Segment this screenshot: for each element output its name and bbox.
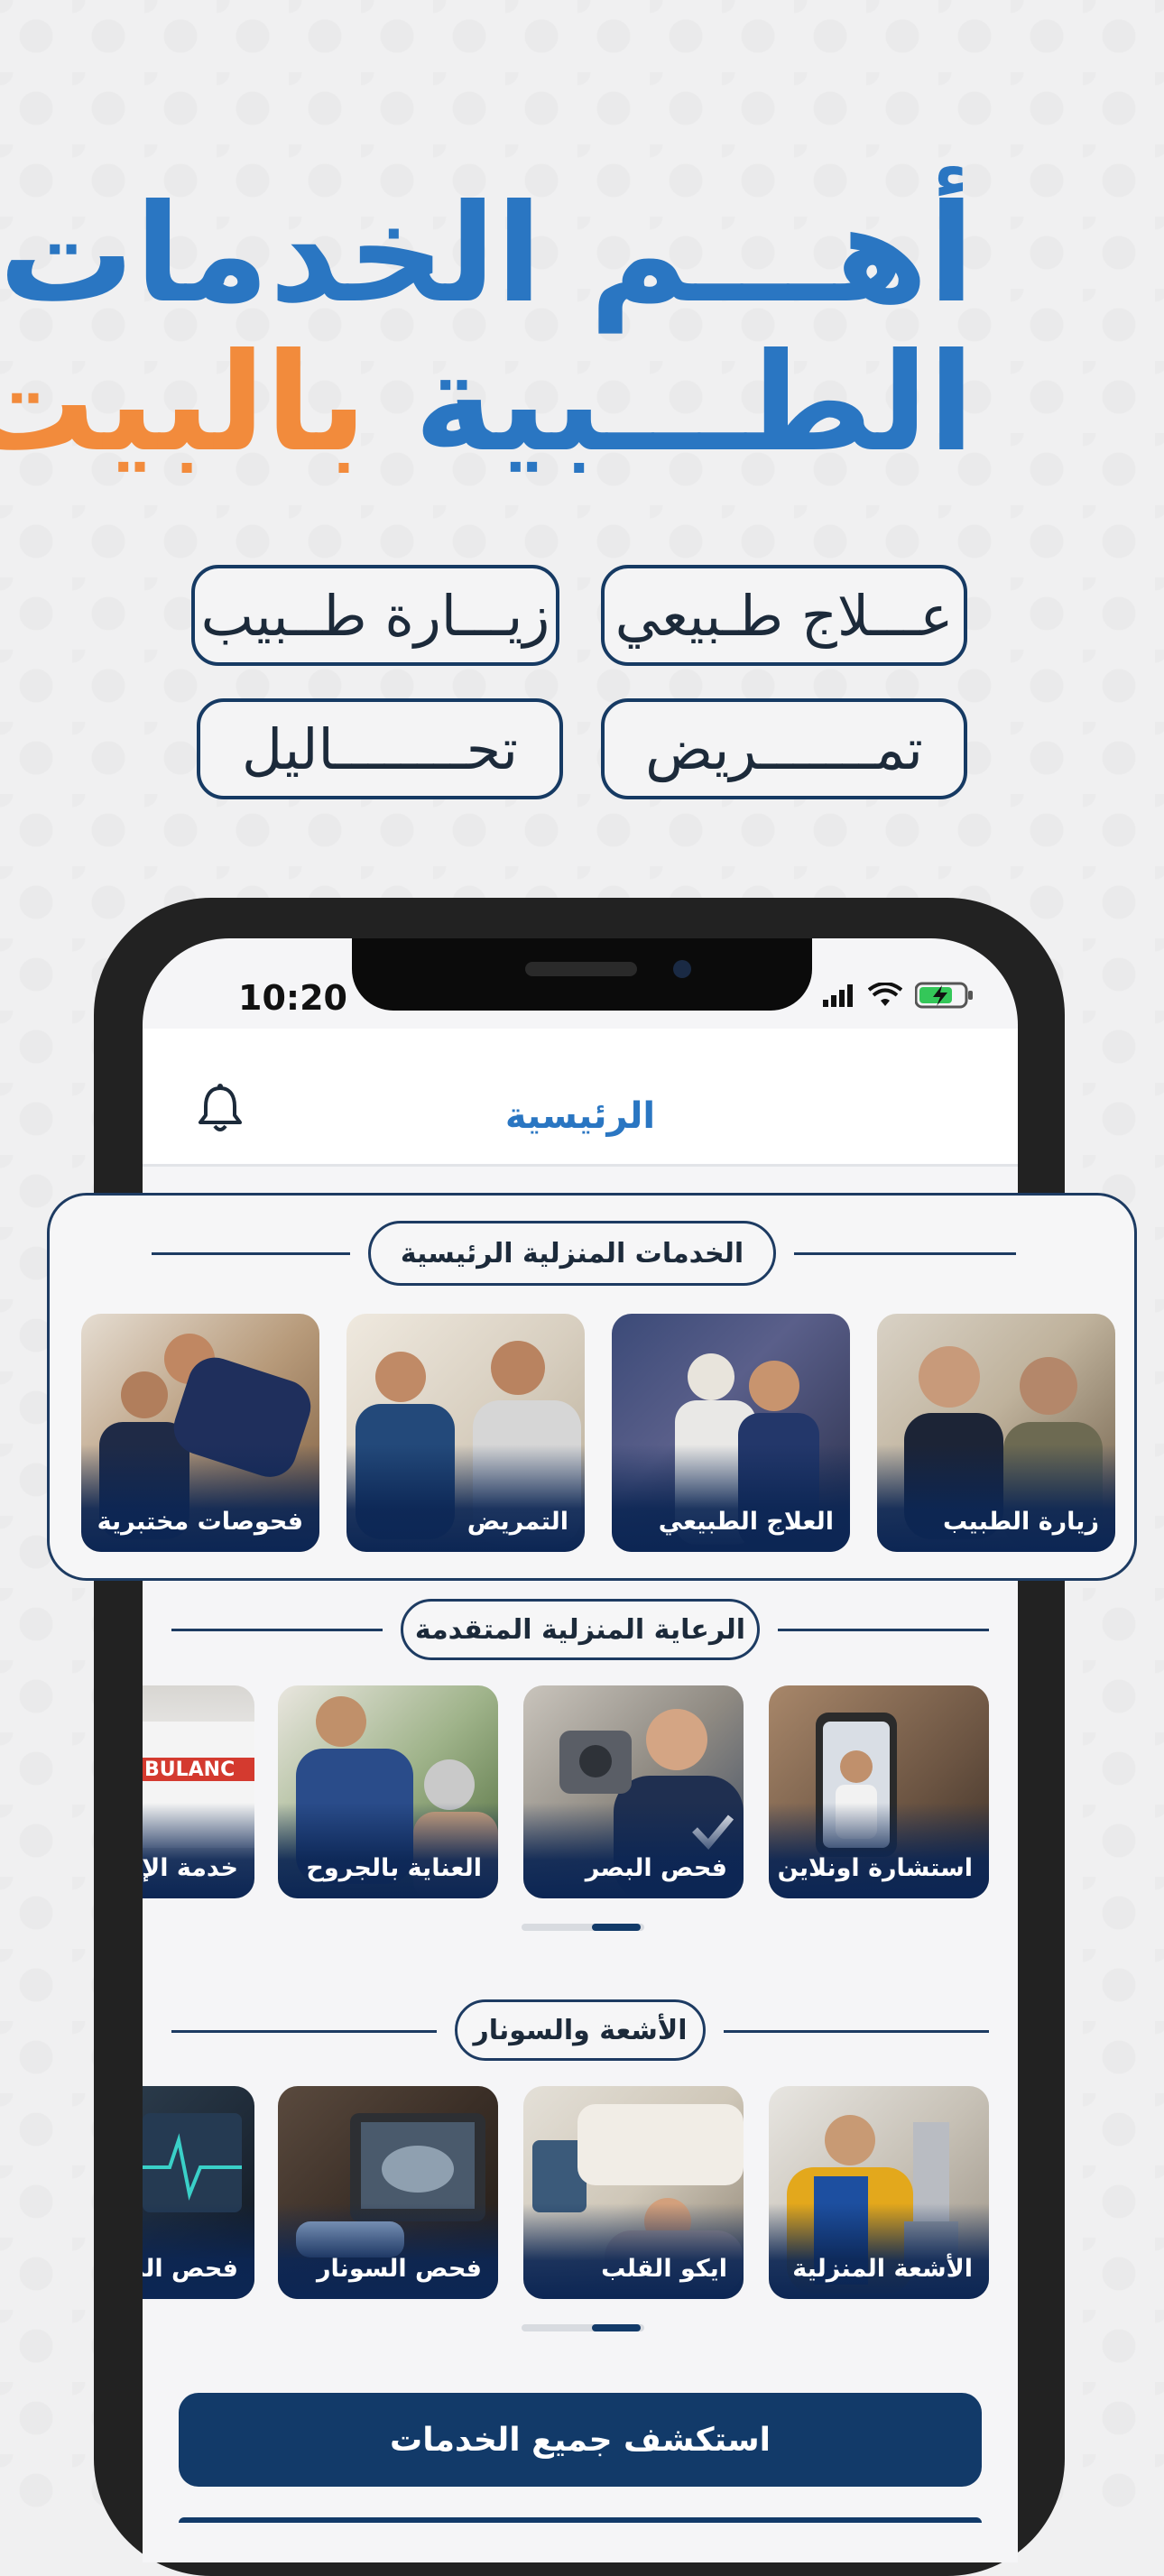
section-rule-left [171, 1629, 383, 1631]
signal-icon [823, 983, 855, 1011]
section-rule-right [724, 2030, 989, 2033]
service-tile-lab-tests[interactable]: فحوصات مختبرية [81, 1314, 319, 1552]
section-rule-right [778, 1629, 989, 1631]
status-time: 10:20 [238, 978, 347, 1018]
wifi-icon [867, 982, 903, 1011]
tile-caption: الأشعة المنزلية [792, 2255, 973, 2283]
explore-all-services-button[interactable]: استكشف جميع الخدمات [179, 2393, 982, 2487]
tile-caption: ايكو القلب [601, 2255, 727, 2283]
pill-doctor-visit: زيـــارة طــبيب [191, 565, 559, 666]
tile-caption: العلاج الطبيعي [658, 1508, 834, 1536]
hero-line-2-orange: بالبيت [0, 325, 367, 482]
hero-line-2: الطـــبية بالبيت [0, 329, 975, 478]
tile-caption: فحص السونار [317, 2255, 482, 2283]
tile-caption: فحوصات مختبرية [97, 1508, 303, 1536]
notch-speaker [525, 962, 637, 976]
service-tile-ambulance[interactable]: BULANC خدمة الإس [143, 1685, 254, 1898]
tile-caption: فحص البصر [585, 1854, 727, 1882]
service-tile-online-consultation[interactable]: استشارة اونلاين [769, 1685, 989, 1898]
service-tile-wound-care[interactable]: العناية بالجروح [278, 1685, 498, 1898]
section-rule-right [794, 1252, 1016, 1255]
carousel-indicator [592, 2324, 641, 2331]
section-rule-left [152, 1252, 350, 1255]
service-tile-echo[interactable]: ايكو القلب [523, 2086, 744, 2299]
page-title: الرئيسية [504, 1095, 656, 1137]
pill-nursing: تمـــــــريض [601, 698, 967, 799]
hero-line-2-blue: الطـــبية [366, 325, 975, 482]
tile-caption: خدمة الإس [143, 1854, 238, 1882]
tile-caption: العناية بالجروح [306, 1854, 482, 1882]
notch-camera [673, 960, 691, 978]
tile-caption: التمريض [467, 1508, 568, 1536]
battery-icon [914, 982, 975, 1012]
service-tile-ultrasound[interactable]: فحص السونار [278, 2086, 498, 2299]
tile-caption: استشارة اونلاين [777, 1854, 973, 1882]
tile-caption: زيارة الطبيب [942, 1508, 1099, 1536]
pill-physiotherapy: عـــلاج طـبيعي [601, 565, 967, 666]
carousel-indicator [592, 1924, 641, 1931]
service-tile-ecg[interactable]: فحص الد [143, 2086, 254, 2299]
next-section-peek [179, 2517, 982, 2523]
service-tile-doctor-visit[interactable]: زيارة الطبيب [877, 1314, 1115, 1552]
pill-lab-tests: تحــــــــاليل [197, 698, 563, 799]
main-services-title: الخدمات المنزلية الرئيسية [368, 1221, 776, 1286]
advanced-care-title: الرعاية المنزلية المتقدمة [401, 1599, 760, 1660]
svg-text:BULANC: BULANC [144, 1759, 235, 1781]
service-tile-home-xray[interactable]: الأشعة المنزلية [769, 2086, 989, 2299]
tile-caption: فحص الد [143, 2255, 238, 2283]
radiology-title: الأشعة والسونار [455, 1999, 706, 2061]
service-tile-eye-exam[interactable]: فحص البصر [523, 1685, 744, 1898]
hero-line-1: أهـــم الخدمات [0, 176, 975, 333]
service-tile-nursing[interactable]: التمريض [346, 1314, 585, 1552]
service-tile-physiotherapy[interactable]: العلاج الطبيعي [612, 1314, 850, 1552]
section-rule-left [171, 2030, 437, 2033]
status-icons [823, 982, 975, 1012]
